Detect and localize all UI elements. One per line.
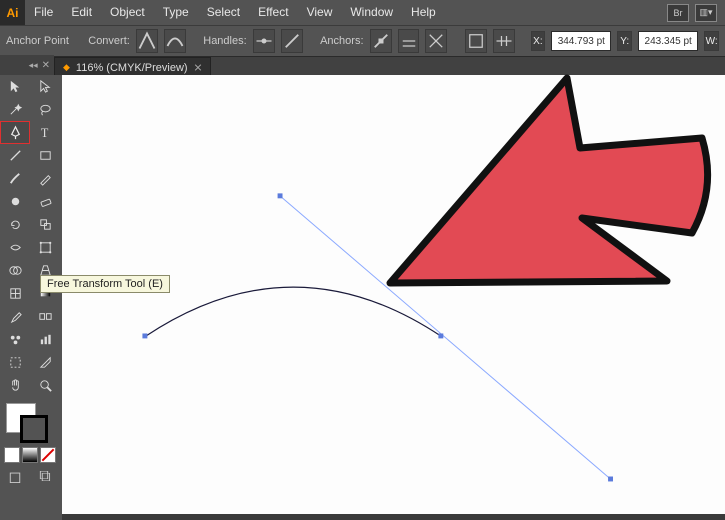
blend-tool[interactable] (30, 305, 60, 328)
isolate-icon[interactable] (465, 29, 487, 53)
svg-text:T: T (40, 126, 48, 140)
x-label: X: (531, 31, 546, 51)
direct-selection-tool[interactable] (30, 75, 60, 98)
draw-normal-icon[interactable]: ◻ (0, 467, 30, 487)
slice-tool[interactable] (30, 351, 60, 374)
menu-type[interactable]: Type (154, 0, 198, 25)
stroke-swatch[interactable] (20, 415, 48, 443)
hand-tool[interactable] (0, 374, 30, 397)
pencil-tool[interactable] (30, 167, 60, 190)
menu-view[interactable]: View (298, 0, 342, 25)
shape-builder-tool[interactable] (0, 259, 30, 282)
annotation-arrow (372, 73, 712, 308)
canvas[interactable]: Free Transform Tool (E) (62, 75, 725, 514)
y-label: Y: (617, 31, 632, 51)
line-tool[interactable] (0, 144, 30, 167)
menu-file[interactable]: File (25, 0, 62, 25)
color-none-icon[interactable] (40, 447, 56, 463)
zoom-tool[interactable] (30, 374, 60, 397)
symbol-tool[interactable] (0, 328, 30, 351)
eraser-tool[interactable] (30, 190, 60, 213)
menu-window[interactable]: Window (341, 0, 402, 25)
anchors-label: Anchors: (320, 35, 363, 47)
y-field[interactable]: 243.345 pt (638, 31, 698, 51)
free-transform-tool[interactable] (30, 236, 60, 259)
menu-right-controls: Br ▥▾ (667, 4, 725, 22)
handle-point[interactable] (278, 193, 283, 198)
control-bar: Anchor Point Convert: Handles: Anchors: … (0, 25, 725, 57)
anchors-cut-icon[interactable] (425, 29, 447, 53)
convert-label: Convert: (88, 35, 130, 47)
menu-effect[interactable]: Effect (249, 0, 297, 25)
lasso-tool[interactable] (30, 98, 60, 121)
magic-wand-tool[interactable] (0, 98, 30, 121)
bridge-chip[interactable]: Br (667, 4, 689, 22)
pen-tool[interactable] (0, 121, 30, 144)
scale-tool[interactable] (30, 213, 60, 236)
rectangle-tool[interactable] (30, 144, 60, 167)
eyedropper-tool[interactable] (0, 305, 30, 328)
close-icon[interactable] (194, 64, 202, 72)
anchor-point-mid[interactable] (438, 333, 443, 338)
color-swatches[interactable] (6, 403, 46, 441)
rotate-tool[interactable] (0, 213, 30, 236)
anchor-point-label: Anchor Point (6, 35, 69, 47)
mesh-tool[interactable] (0, 282, 30, 305)
selection-tool[interactable] (0, 75, 30, 98)
menu-bar: Ai File Edit Object Type Select Effect V… (0, 0, 725, 25)
anchors-remove-icon[interactable] (370, 29, 392, 53)
blob-brush-tool[interactable] (0, 190, 30, 213)
convert-corner-icon[interactable] (136, 29, 158, 53)
handles-label: Handles: (203, 35, 246, 47)
color-gradient-icon[interactable] (22, 447, 38, 463)
menu-object[interactable]: Object (101, 0, 154, 25)
screen-mode-row: ◻ ⧉ (0, 467, 62, 487)
screen-mode-icon[interactable]: ⧉ (30, 467, 60, 487)
color-solid-icon[interactable] (4, 447, 20, 463)
bottom-strip (62, 514, 725, 520)
menu-select[interactable]: Select (198, 0, 249, 25)
convert-smooth-icon[interactable] (164, 29, 186, 53)
tools-panel: T (0, 75, 63, 520)
arrow-icon (390, 78, 708, 283)
w-label: W: (704, 31, 719, 51)
document-icon: ◆ (63, 62, 70, 73)
workspace: T (0, 75, 725, 520)
arrange-chip[interactable]: ▥▾ (695, 4, 717, 22)
paintbrush-tool[interactable] (0, 167, 30, 190)
menu-edit[interactable]: Edit (62, 0, 101, 25)
width-tool[interactable] (0, 236, 30, 259)
graph-tool[interactable] (30, 328, 60, 351)
tab-strip-corner[interactable]: ◂◂ ✕ (0, 55, 54, 75)
tool-tooltip: Free Transform Tool (E) (40, 275, 170, 293)
app-logo: Ai (0, 0, 25, 25)
x-field[interactable]: 344.793 pt (551, 31, 611, 51)
document-tab-title: 116% (CMYK/Preview) (76, 62, 188, 74)
document-tab[interactable]: ◆ 116% (CMYK/Preview) (54, 57, 211, 77)
align-icon[interactable] (493, 29, 515, 53)
type-tool[interactable]: T (30, 121, 60, 144)
anchor-point-start[interactable] (142, 333, 147, 338)
anchors-connect-icon[interactable] (398, 29, 420, 53)
menu-help[interactable]: Help (402, 0, 445, 25)
color-mode-row (4, 447, 62, 463)
handles-hide-icon[interactable] (281, 29, 303, 53)
handle-point-end[interactable] (608, 477, 613, 482)
artboard-tool[interactable] (0, 351, 30, 374)
handles-show-icon[interactable] (253, 29, 275, 53)
